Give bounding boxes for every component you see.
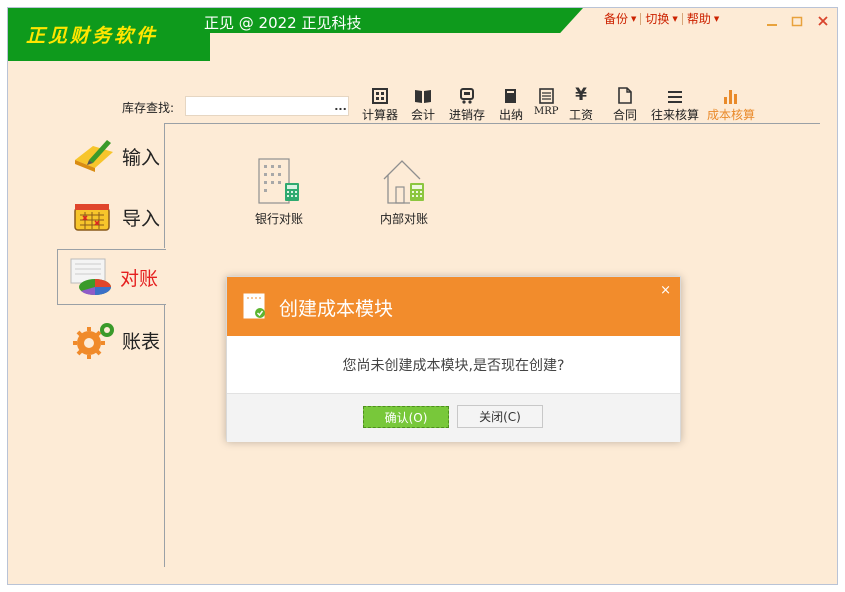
- menu-backup[interactable]: 备份 ▼: [600, 10, 640, 27]
- maximize-button[interactable]: [790, 14, 804, 28]
- yen-icon: ¥: [575, 85, 587, 105]
- maximize-icon: [791, 16, 803, 27]
- confirm-button[interactable]: 确认(O): [363, 406, 449, 428]
- nav-item-input[interactable]: 输入: [70, 131, 165, 181]
- document-icon: [618, 87, 632, 104]
- nav-label: 输入: [122, 146, 161, 169]
- calculator-icon: [372, 88, 388, 104]
- menu-backup-label: 备份: [604, 12, 629, 26]
- dialog-title: 创建成本模块: [279, 298, 394, 320]
- list-icon: [668, 91, 682, 103]
- bank-building-icon: [258, 158, 299, 204]
- calendar-icon: [74, 204, 110, 231]
- minimize-icon: [767, 24, 777, 26]
- main-window: 正见财务软件 正见 @ 2022 正见科技 备份 ▼ 切换 ▼ 帮助 ▼ 库存查找: …: [7, 7, 838, 585]
- toolbar-label: 往来核算: [650, 108, 699, 122]
- create-cost-module-dialog: 创建成本模块 × 您尚未创建成本模块,是否现在创建? 确认(O) 关闭(C): [226, 276, 681, 442]
- search-more-button[interactable]: ...: [332, 96, 349, 116]
- app-logo: 正见财务软件: [26, 25, 159, 47]
- window-title: 正见 @ 2022 正见科技: [204, 14, 362, 32]
- toolbar-inventory[interactable]: 进销存: [448, 86, 486, 123]
- logo-banner: 正见财务软件: [8, 8, 210, 61]
- mrp-icon: [538, 88, 554, 104]
- bank-reconcile-item[interactable]: 银行对账: [244, 153, 314, 227]
- toolbar-calculator[interactable]: 计算器: [361, 86, 399, 123]
- dialog-close-button[interactable]: ×: [660, 283, 671, 298]
- nav-item-reports[interactable]: 账表: [70, 315, 165, 365]
- bar-chart-icon: [724, 90, 737, 104]
- chevron-down-icon: ▼: [672, 14, 678, 23]
- nav-item-reconcile[interactable]: 对账: [57, 249, 166, 305]
- toolbar-label: 计算器: [361, 108, 398, 122]
- top-menu: 备份 ▼ 切换 ▼ 帮助 ▼: [600, 10, 723, 27]
- close-button[interactable]: 关闭(C): [457, 405, 543, 428]
- toolbar-salary[interactable]: ¥ 工资: [567, 86, 595, 123]
- toolbar-label: 工资: [568, 108, 593, 122]
- pie-chart-icon: [70, 258, 111, 296]
- chevron-down-icon: ▼: [631, 14, 637, 23]
- nav-label: 对账: [120, 267, 159, 290]
- dialog-footer: 确认(O) 关闭(C): [227, 393, 680, 442]
- search-label: 库存查找:: [122, 101, 175, 115]
- internal-reconcile-item[interactable]: 内部对账: [369, 153, 439, 227]
- toolbar-label: 成本核算: [706, 108, 755, 122]
- chevron-down-icon: ▼: [713, 14, 720, 23]
- toolbar-mrp[interactable]: MRP: [534, 86, 559, 117]
- toolbar-label: 进销存: [448, 108, 485, 122]
- toolbar-accounting[interactable]: 会计: [409, 86, 437, 123]
- content-item-label: 银行对账: [254, 212, 303, 226]
- house-icon: [383, 160, 424, 204]
- menu-help[interactable]: 帮助 ▼: [683, 10, 723, 27]
- dialog-header: 创建成本模块 ×: [227, 277, 680, 336]
- notebook-icon: [505, 89, 516, 103]
- toolbar-label: 会计: [410, 108, 435, 122]
- toolbar-cost-accounting[interactable]: 成本核算: [706, 86, 756, 123]
- menu-switch-label: 切换: [645, 12, 670, 26]
- menu-switch[interactable]: 切换 ▼: [641, 10, 681, 27]
- toolbar-label: 出纳: [498, 108, 523, 122]
- nav-item-import[interactable]: 导入: [70, 192, 165, 242]
- cart-icon: [460, 88, 474, 104]
- minimize-button[interactable]: [765, 14, 779, 28]
- nav-label: 账表: [122, 330, 161, 353]
- inventory-search-input[interactable]: [185, 96, 349, 116]
- menu-help-label: 帮助: [686, 12, 711, 26]
- toolbar-receivables[interactable]: 往来核算: [650, 86, 700, 123]
- content-item-label: 内部对账: [379, 212, 428, 226]
- document-check-icon: [243, 293, 265, 319]
- close-icon: [818, 16, 828, 26]
- toolbar-contract[interactable]: 合同: [611, 86, 639, 123]
- book-icon: [415, 90, 431, 103]
- gears-icon: [73, 323, 114, 359]
- toolbar-label: 合同: [612, 108, 637, 122]
- content-divider: [164, 123, 820, 124]
- toolbar-cashier[interactable]: 出纳: [497, 86, 525, 123]
- dialog-message: 您尚未创建成本模块,是否现在创建?: [342, 358, 565, 374]
- toolbar-label: MRP: [534, 106, 559, 117]
- nav-label: 导入: [122, 207, 161, 230]
- pencil-paper-icon: [75, 140, 113, 172]
- close-window-button[interactable]: [816, 14, 830, 28]
